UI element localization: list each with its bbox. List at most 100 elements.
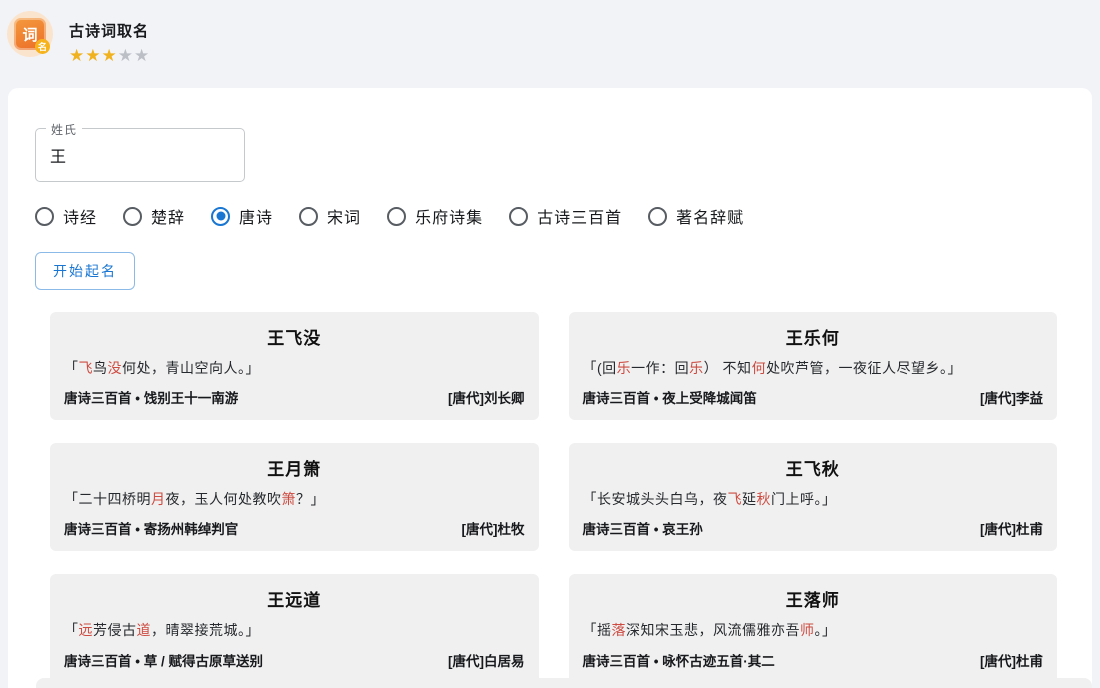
result-name: 王飞没 (64, 324, 525, 349)
result-quote: 「二十四桥明月夜，玉人何处教吹箫？」 (64, 490, 525, 508)
result-source: 唐诗三百首 • 咏怀古迹五首·其二 (583, 650, 775, 670)
result-source: 唐诗三百首 • 夜上受降城闻笛 (583, 387, 757, 407)
star-icon: ★ (118, 46, 134, 65)
quote-highlight-char: 飞 (79, 360, 94, 376)
quote-highlight-char: 远 (79, 622, 94, 638)
quote-text: 延 (742, 491, 757, 507)
quote-text: 鸟 (93, 360, 108, 376)
category-radio-label: 宋词 (327, 204, 361, 228)
result-quote: 「飞鸟没何处，青山空向人。」 (64, 359, 525, 377)
quote-text: 「 (64, 622, 79, 638)
radio-circle-icon[interactable] (509, 207, 528, 226)
category-radio-group: 诗经 楚辞 唐诗 宋词 乐府诗集 古诗三百首 著名辞赋 (35, 204, 1092, 228)
category-radio-label: 楚辞 (151, 204, 185, 228)
quote-text: 「长安城头头白乌，夜 (583, 491, 728, 507)
result-author: [唐代]杜甫 (980, 650, 1043, 670)
star-icon: ★ (134, 46, 150, 65)
quote-highlight-char: 落 (612, 622, 627, 638)
quote-text: 「二十四桥明 (64, 491, 151, 507)
surname-field-label: 姓氏 (46, 121, 82, 138)
quote-highlight-char: 飞 (728, 491, 743, 507)
results-grid: 王飞没「飞鸟没何处，青山空向人。」唐诗三百首 • 饯别王十一南游[唐代]刘长卿王… (50, 312, 1057, 683)
result-author: [唐代]杜甫 (980, 518, 1043, 538)
result-source: 唐诗三百首 • 草 / 赋得古原草送别 (64, 650, 263, 670)
next-result-card-partial (36, 678, 1092, 688)
quote-text: 「 (64, 360, 79, 376)
radio-circle-icon[interactable] (387, 207, 406, 226)
result-source: 唐诗三百首 • 寄扬州韩绰判官 (64, 518, 238, 538)
result-quote: 「长安城头头白乌，夜飞延秋门上呼。」 (583, 490, 1044, 508)
result-source: 唐诗三百首 • 哀王孙 (583, 518, 703, 538)
result-card: 王飞没「飞鸟没何处，青山空向人。」唐诗三百首 • 饯别王十一南游[唐代]刘长卿 (50, 312, 539, 420)
quote-text: 「(回 (583, 360, 617, 376)
rating-stars: ★★★★★ (69, 47, 150, 64)
quote-text: 深知宋玉悲，风流儒雅亦吾 (626, 622, 800, 638)
category-radio-label: 古诗三百首 (537, 204, 622, 228)
quote-text: ，晴翠接荒城。」 (151, 622, 260, 638)
result-author: [唐代]刘长卿 (448, 387, 525, 407)
category-radio-label: 诗经 (63, 204, 97, 228)
quote-highlight-char: 没 (108, 360, 123, 376)
result-card: 王远道「远芳侵古道，晴翠接荒城。」唐诗三百首 • 草 / 赋得古原草送别[唐代]… (50, 574, 539, 682)
category-radio-4[interactable]: 乐府诗集 (387, 204, 483, 228)
radio-circle-icon[interactable] (299, 207, 318, 226)
quote-highlight-char: 乐 (689, 360, 704, 376)
result-author: [唐代]白居易 (448, 650, 525, 670)
quote-text: 何处，青山空向人。」 (122, 360, 260, 376)
quote-highlight-char: 秋 (757, 491, 772, 507)
category-radio-label: 唐诗 (239, 204, 273, 228)
category-radio-2[interactable]: 唐诗 (211, 204, 273, 228)
quote-text: 夜，玉人何处教吹 (166, 491, 282, 507)
star-icon: ★ (85, 46, 101, 65)
result-quote: 「(回乐一作：回乐） 不知何处吹芦管，一夜征人尽望乡。」 (583, 359, 1044, 377)
quote-highlight-char: 何 (752, 360, 767, 376)
quote-highlight-char: 师 (800, 622, 815, 638)
app-header: 词 名 古诗词取名 ★★★★★ (0, 0, 1100, 77)
radio-circle-icon[interactable] (123, 207, 142, 226)
quote-text: ？」 (296, 491, 325, 507)
star-icon: ★ (69, 46, 85, 65)
surname-field[interactable]: 姓氏 (35, 128, 245, 182)
quote-highlight-char: 箫 (282, 491, 297, 507)
result-quote: 「摇落深知宋玉悲，风流儒雅亦吾师。」 (583, 621, 1044, 639)
main-panel: 姓氏 诗经楚辞唐诗宋词乐府诗集古诗三百首著名辞赋 开始起名 王飞没「飞鸟没何处，… (8, 88, 1092, 688)
result-card: 王月箫「二十四桥明月夜，玉人何处教吹箫？」唐诗三百首 • 寄扬州韩绰判官[唐代]… (50, 443, 539, 551)
result-name: 王乐何 (583, 324, 1044, 349)
quote-highlight-char: 月 (151, 491, 166, 507)
category-radio-5[interactable]: 古诗三百首 (509, 204, 622, 228)
page-title: 古诗词取名 (69, 20, 150, 41)
result-name: 王落师 (583, 586, 1044, 611)
category-radio-0[interactable]: 诗经 (35, 204, 97, 228)
quote-text: 芳侵古 (93, 622, 137, 638)
result-quote: 「远芳侵古道，晴翠接荒城。」 (64, 621, 525, 639)
result-name: 王飞秋 (583, 455, 1044, 480)
result-card: 王落师「摇落深知宋玉悲，风流儒雅亦吾师。」唐诗三百首 • 咏怀古迹五首·其二[唐… (569, 574, 1058, 682)
result-card: 王乐何「(回乐一作：回乐） 不知何处吹芦管，一夜征人尽望乡。」唐诗三百首 • 夜… (569, 312, 1058, 420)
category-radio-3[interactable]: 宋词 (299, 204, 361, 228)
start-naming-button[interactable]: 开始起名 (35, 252, 135, 290)
quote-text: ） 不知 (704, 360, 752, 376)
quote-text: 处吹芦管，一夜征人尽望乡。」 (766, 360, 962, 376)
result-card: 王飞秋「长安城头头白乌，夜飞延秋门上呼。」唐诗三百首 • 哀王孙[唐代]杜甫 (569, 443, 1058, 551)
result-name: 王远道 (64, 586, 525, 611)
quote-text: 。」 (815, 622, 837, 638)
star-icon: ★ (102, 46, 118, 65)
radio-circle-icon[interactable] (211, 207, 230, 226)
category-radio-label: 著名辞赋 (676, 204, 744, 228)
quote-text: 「摇 (583, 622, 612, 638)
radio-circle-icon[interactable] (35, 207, 54, 226)
result-name: 王月箫 (64, 455, 525, 480)
quote-highlight-char: 道 (137, 622, 152, 638)
result-source: 唐诗三百首 • 饯别王十一南游 (64, 387, 238, 407)
category-radio-1[interactable]: 楚辞 (123, 204, 185, 228)
result-author: [唐代]杜牧 (462, 518, 525, 538)
quote-text: 一作：回 (631, 360, 689, 376)
app-logo-badge-icon: 名 (35, 39, 50, 54)
result-author: [唐代]李益 (980, 387, 1043, 407)
radio-circle-icon[interactable] (648, 207, 667, 226)
category-radio-6[interactable]: 著名辞赋 (648, 204, 744, 228)
app-logo: 词 名 (7, 11, 53, 57)
category-radio-label: 乐府诗集 (415, 204, 483, 228)
quote-highlight-char: 乐 (617, 360, 632, 376)
quote-text: 门上呼。」 (771, 491, 837, 507)
